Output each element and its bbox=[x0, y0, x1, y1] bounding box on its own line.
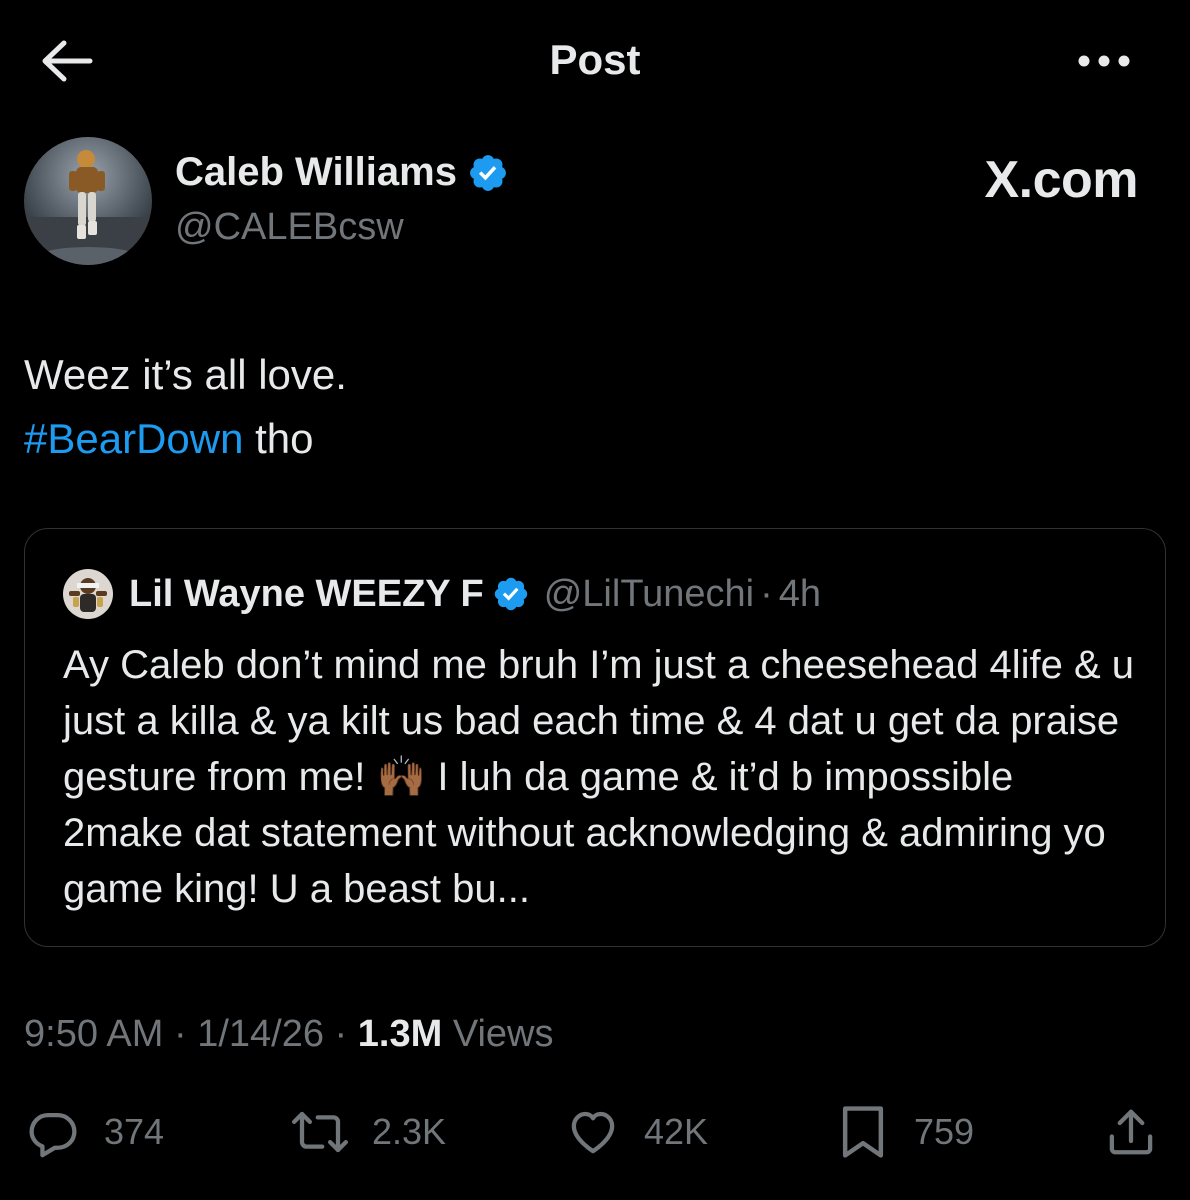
post-text-line-2: #BearDown tho bbox=[24, 407, 1164, 471]
author-name-row: Caleb Williams bbox=[175, 150, 509, 195]
raising-hands-emoji: 🙌🏾 bbox=[376, 755, 427, 799]
quoted-author-name[interactable]: Lil Wayne WEEZY F bbox=[129, 573, 484, 616]
quoted-post-text: Ay Caleb don’t mind me bruh I’m just a c… bbox=[63, 637, 1143, 917]
post-text: Weez it’s all love. #BearDown tho bbox=[24, 343, 1164, 471]
heart-icon bbox=[571, 1111, 615, 1154]
quoted-author-avatar[interactable] bbox=[63, 569, 113, 619]
share-icon bbox=[1109, 1109, 1153, 1155]
post-time[interactable]: 9:50 AM bbox=[24, 1013, 163, 1055]
reply-button[interactable]: 374 bbox=[26, 1100, 164, 1164]
bookmark-button[interactable]: 759 bbox=[838, 1100, 974, 1164]
quoted-author-handle[interactable]: @LilTunechi bbox=[544, 573, 754, 616]
meta-separator: · bbox=[163, 1013, 198, 1055]
author-avatar[interactable] bbox=[24, 137, 152, 265]
page-title: Post bbox=[549, 36, 641, 83]
post-text-line-1: Weez it’s all love. bbox=[24, 351, 347, 398]
quoted-post[interactable]: Lil Wayne WEEZY F @LilTunechi · 4h Ay Ca… bbox=[24, 528, 1166, 947]
action-bar: 374 2.3K 42K 759 bbox=[0, 1100, 1190, 1170]
views-count: 1.3M bbox=[357, 1013, 443, 1055]
reply-icon bbox=[29, 1112, 77, 1158]
repost-button[interactable]: 2.3K bbox=[290, 1100, 446, 1164]
top-bar: Post bbox=[0, 0, 1190, 120]
quoted-post-header: Lil Wayne WEEZY F @LilTunechi · 4h bbox=[63, 569, 821, 619]
post-date[interactable]: 1/14/26 bbox=[197, 1013, 324, 1055]
quoted-timestamp[interactable]: 4h bbox=[779, 573, 821, 616]
bookmark-icon bbox=[842, 1106, 884, 1158]
reply-count: 374 bbox=[104, 1111, 165, 1152]
brand-watermark: X.com bbox=[984, 151, 1138, 209]
like-count: 42K bbox=[644, 1111, 709, 1152]
quoted-avatar-image bbox=[63, 569, 113, 619]
bookmark-count: 759 bbox=[914, 1111, 975, 1152]
quoted-separator: · bbox=[760, 572, 773, 615]
post-text-tail: tho bbox=[243, 415, 314, 462]
verified-badge-icon bbox=[494, 577, 527, 611]
hashtag-link[interactable]: #BearDown bbox=[24, 415, 243, 462]
avatar-image bbox=[24, 137, 152, 265]
share-button[interactable] bbox=[1104, 1100, 1158, 1164]
post-meta: 9:50 AM · 1/14/26 · 1.3M Views bbox=[24, 1013, 554, 1056]
verified-badge-icon bbox=[470, 154, 506, 191]
repost-icon bbox=[291, 1111, 349, 1153]
meta-separator: · bbox=[324, 1013, 358, 1055]
post-page: Post Caleb Williams @CALEBcsw X.com Weez… bbox=[0, 0, 1190, 1200]
views-label: Views bbox=[442, 1013, 554, 1055]
more-button[interactable] bbox=[1074, 48, 1134, 74]
like-button[interactable]: 42K bbox=[566, 1100, 708, 1164]
author-handle[interactable]: @CALEBcsw bbox=[175, 206, 404, 249]
author-name[interactable]: Caleb Williams bbox=[175, 150, 457, 195]
repost-count: 2.3K bbox=[372, 1111, 447, 1152]
more-horizontal-icon bbox=[1078, 55, 1130, 67]
